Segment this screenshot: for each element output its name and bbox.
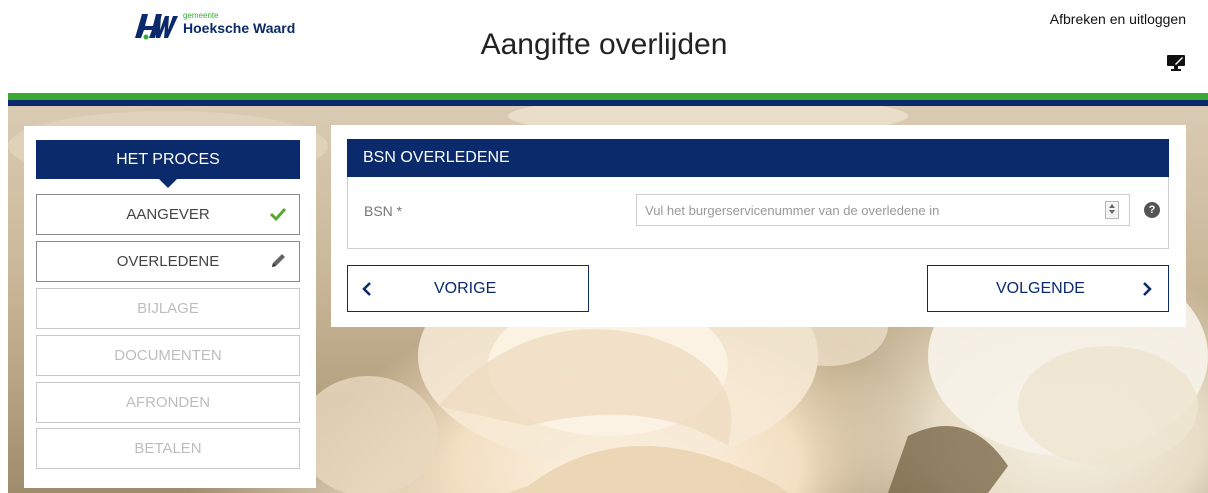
process-title: HET PROCES	[36, 140, 300, 188]
chevron-right-icon	[1143, 282, 1152, 296]
help-icon[interactable]: ?	[1144, 202, 1160, 218]
panel-title: BSN OVERLEDENE	[347, 139, 1169, 177]
bsn-spinner[interactable]	[1105, 201, 1119, 219]
next-button[interactable]: VOLGENDE	[927, 265, 1169, 312]
step-aangever[interactable]: AANGEVER	[36, 194, 300, 235]
step-overledene[interactable]: OVERLEDENE	[36, 241, 300, 282]
header: gemeente Hoeksche Waard Aangifte overlij…	[0, 0, 1208, 92]
pencil-icon	[272, 254, 285, 267]
bsn-input[interactable]	[636, 194, 1130, 226]
step-bijlage: BIJLAGE	[36, 288, 300, 329]
screen-toggle-icon[interactable]	[1166, 52, 1186, 72]
next-label: VOLGENDE	[996, 280, 1085, 297]
header-green-bar	[8, 93, 1208, 100]
logo-subtitle: gemeente	[183, 11, 219, 20]
process-sidebar: HET PROCES AANGEVER OVERLEDENE BIJLAGE D…	[24, 126, 316, 488]
spinner-down-icon[interactable]	[1109, 210, 1115, 214]
step-label: OVERLEDENE	[116, 253, 220, 270]
previous-button[interactable]: VORIGE	[347, 265, 589, 312]
check-icon	[269, 207, 287, 222]
step-label: DOCUMENTEN	[114, 347, 222, 364]
chevron-left-icon	[362, 282, 371, 296]
step-documenten: DOCUMENTEN	[36, 335, 300, 376]
main-card: BSN OVERLEDENE BSN * ? VORIGE VOLGENDE	[331, 125, 1186, 327]
bsn-panel: BSN * ?	[347, 177, 1169, 249]
step-betalen: BETALEN	[36, 428, 300, 469]
logout-link[interactable]: Afbreken en uitloggen	[1050, 11, 1186, 27]
step-label: AANGEVER	[126, 206, 210, 223]
step-label: BIJLAGE	[137, 300, 199, 317]
step-label: BETALEN	[134, 440, 202, 457]
step-label: AFRONDEN	[125, 394, 211, 411]
spinner-up-icon[interactable]	[1109, 204, 1115, 208]
previous-label: VORIGE	[434, 280, 497, 297]
step-afronden: AFRONDEN	[36, 382, 300, 423]
page-title: Aangifte overlijden	[480, 28, 728, 61]
bsn-label: BSN *	[364, 203, 403, 219]
